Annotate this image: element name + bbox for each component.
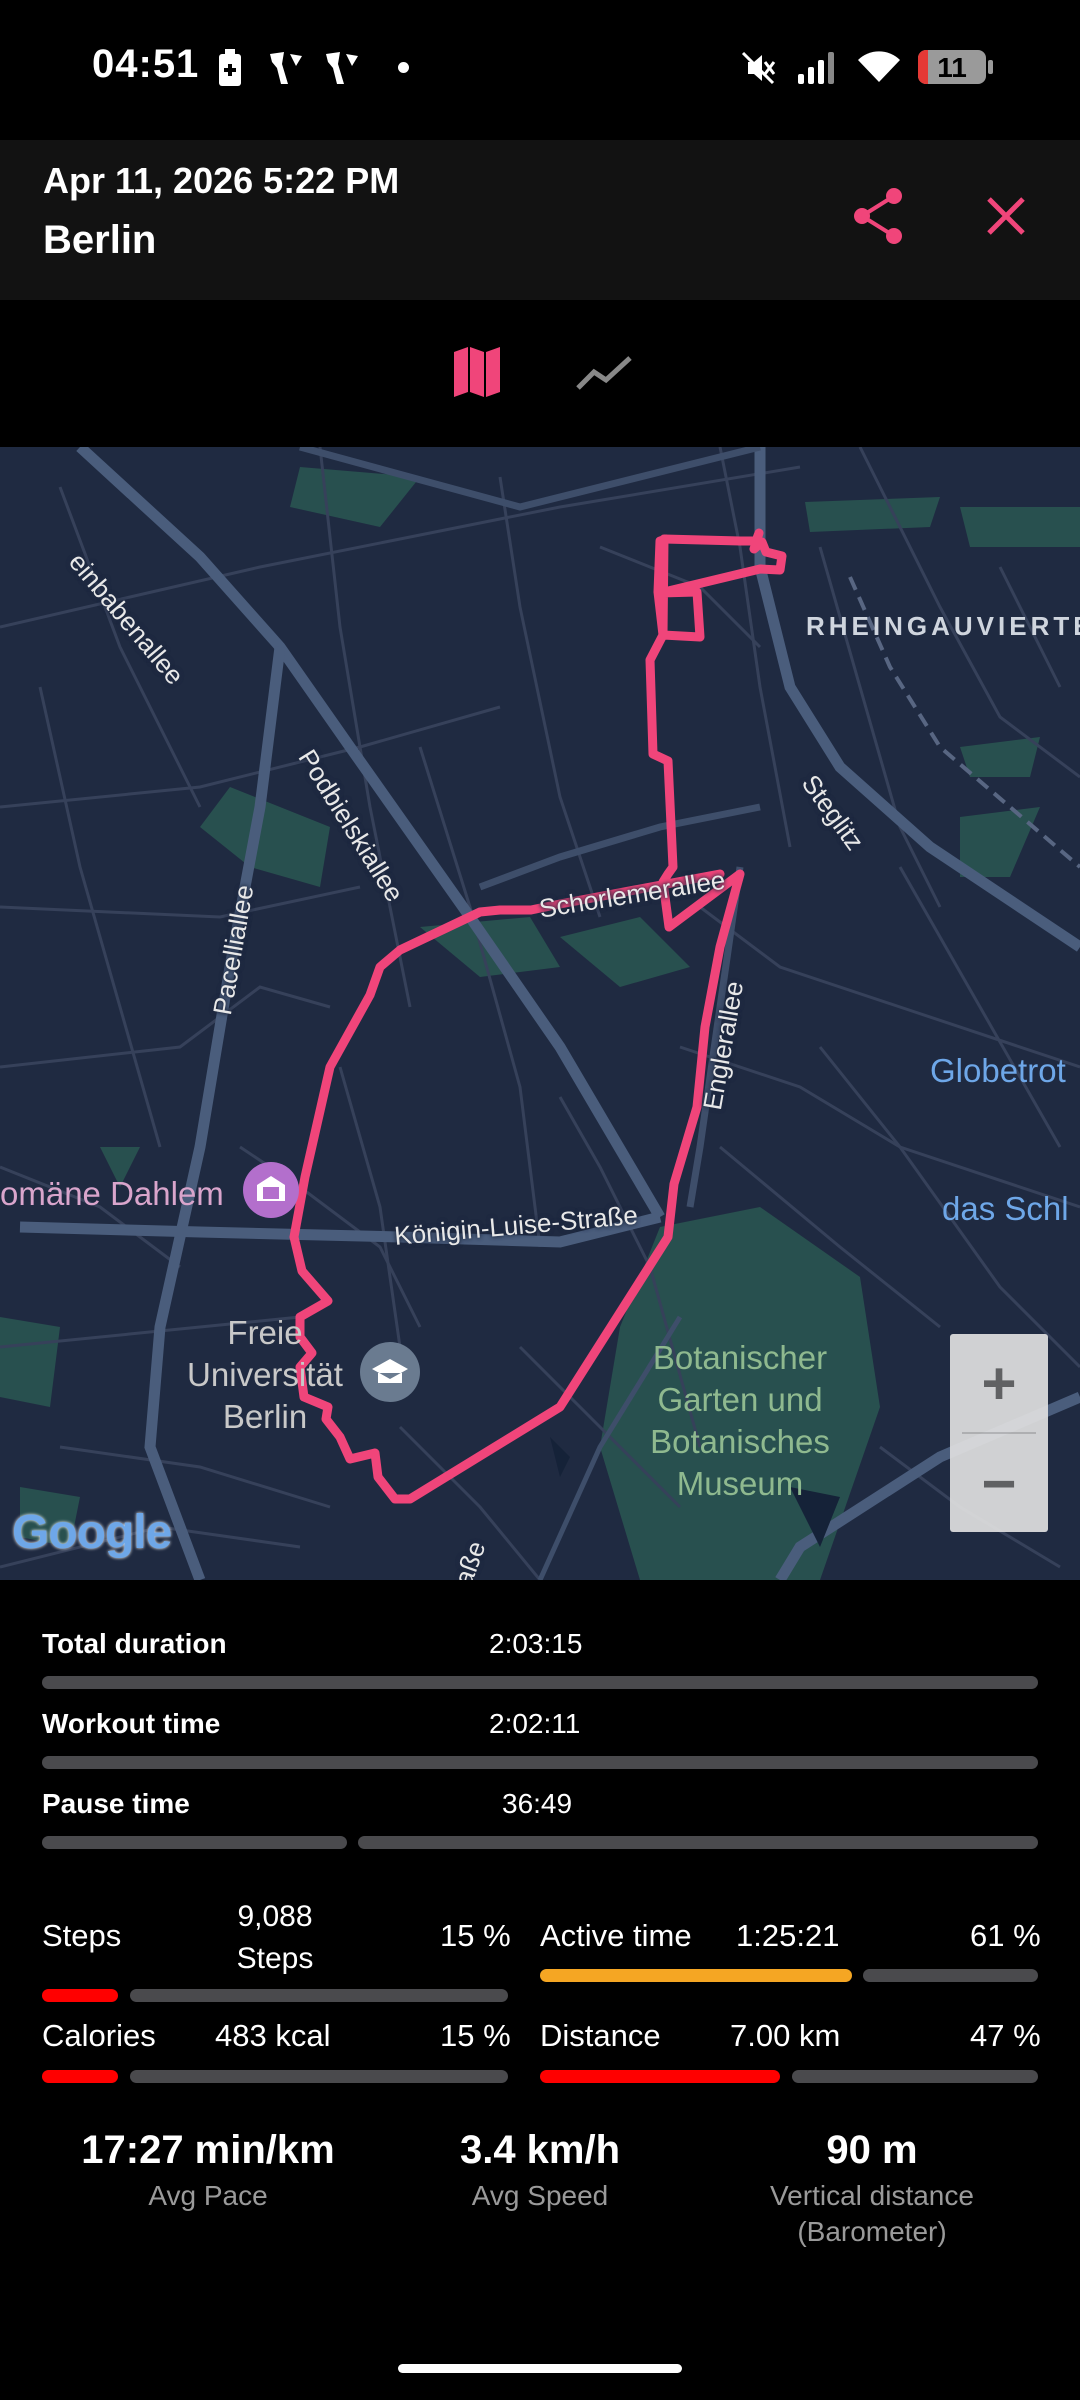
calories-percent: 15 %	[440, 2018, 511, 2053]
duration-bar	[42, 1676, 1038, 1689]
zoom-out-button[interactable]: −	[950, 1434, 1048, 1532]
district-label: RHEINGAUVIERTEL	[806, 611, 1080, 641]
running-notification-icon	[326, 52, 358, 84]
vertical-distance-value: 90 m	[826, 2128, 918, 2172]
steps-label: Steps	[42, 1918, 122, 1953]
wifi-icon	[858, 51, 900, 82]
workout-date: Apr 11, 2026 5:22 PM	[43, 160, 400, 201]
steps-percent: 15 %	[440, 1918, 511, 1953]
calories-value: 483 kcal	[215, 2018, 331, 2053]
map-icon[interactable]	[452, 346, 502, 398]
battery-icon: 11	[918, 50, 993, 84]
pause-time-bar	[42, 1836, 347, 1849]
calories-remainder-bar	[130, 2070, 508, 2083]
google-attribution[interactable]: Google	[12, 1505, 172, 1560]
running-notification-icon	[270, 52, 302, 84]
workout-time-label: Workout time	[42, 1708, 221, 1739]
place-label-globetrot: Globetrot	[930, 1052, 1066, 1089]
duration-label: Total duration	[42, 1628, 227, 1659]
pause-time-value: 36:49	[502, 1788, 573, 1819]
workout-time-value: 2:02:11	[489, 1708, 581, 1739]
place-label-domaene: omäne Dahlem	[0, 1175, 224, 1212]
close-icon[interactable]	[986, 196, 1026, 236]
steps-value: 9,088 Steps	[236, 1900, 314, 1975]
avg-speed-value: 3.4 km/h	[459, 2128, 621, 2172]
vertical-distance-label: Vertical distance (Barometer)	[770, 2180, 974, 2247]
zoom-controls: + −	[950, 1334, 1048, 1532]
distance-value: 7.00 km	[730, 2018, 841, 2053]
battery-level: 11	[937, 52, 967, 83]
avg-pace-value: 17:27 min/km	[81, 2128, 335, 2172]
route-map[interactable]: einbabenallee Podbielskiallee Schorlemer…	[0, 447, 1080, 1580]
workout-time-bar	[42, 1756, 1038, 1769]
active-time-label: Active time	[540, 1918, 692, 1953]
calories-progress-bar	[42, 2070, 118, 2083]
mute-icon	[741, 51, 776, 85]
place-label-schloss: das Schl	[942, 1190, 1069, 1227]
workout-location: Berlin	[43, 218, 157, 262]
active-time-remainder-bar	[863, 1969, 1038, 1982]
active-time-progress-bar	[540, 1969, 852, 1982]
chart-line-icon[interactable]	[576, 356, 632, 392]
status-bar: 04:51 11	[0, 0, 1080, 140]
battery-saver-icon	[219, 49, 241, 86]
avg-pace-label: Avg Pace	[148, 2180, 268, 2211]
steps-progress-bar	[42, 1989, 118, 2002]
workout-remainder-bar	[358, 1836, 1038, 1849]
place-label-botanical-garden: Botanischer Garten und Botanisches Museu…	[650, 1339, 830, 1502]
steps-remainder-bar	[130, 1989, 508, 2002]
dot-icon	[398, 62, 409, 73]
home-indicator[interactable]	[398, 2364, 682, 2373]
distance-percent: 47 %	[970, 2018, 1041, 2053]
status-time: 04:51	[92, 42, 200, 86]
duration-value: 2:03:15	[489, 1628, 583, 1659]
share-icon[interactable]	[852, 186, 908, 246]
place-label-fu-berlin: Freie Universität Berlin	[187, 1314, 343, 1435]
distance-progress-bar	[540, 2070, 780, 2083]
avg-speed-label: Avg Speed	[471, 2180, 609, 2211]
distance-label: Distance	[540, 2018, 661, 2053]
calories-label: Calories	[42, 2018, 156, 2053]
pause-time-label: Pause time	[42, 1788, 190, 1819]
active-time-percent: 61 %	[970, 1918, 1041, 1953]
zoom-in-button[interactable]: +	[950, 1334, 1048, 1432]
signal-icon	[798, 52, 834, 84]
active-time-value: 1:25:21	[736, 1918, 840, 1953]
distance-remainder-bar	[792, 2070, 1038, 2083]
